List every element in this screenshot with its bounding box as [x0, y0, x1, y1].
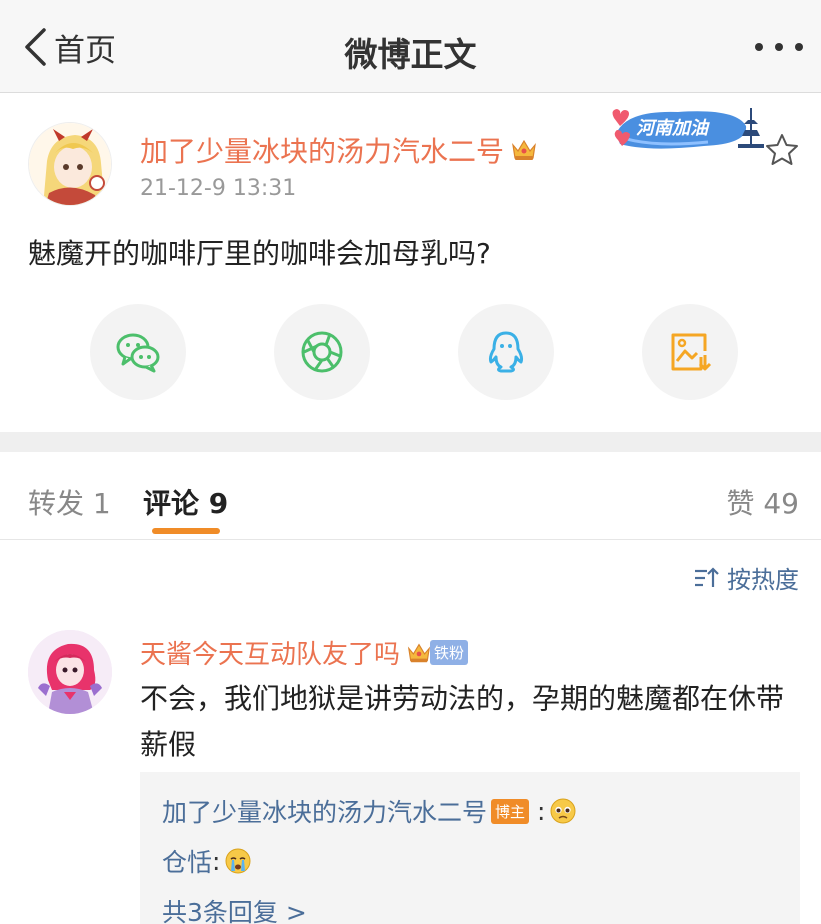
pleading-emoji-icon	[550, 798, 576, 824]
dot-icon	[755, 43, 763, 51]
active-tab-indicator	[152, 528, 220, 534]
share-qq-button[interactable]	[458, 304, 554, 400]
share-wechat-button[interactable]	[90, 304, 186, 400]
share-moments-button[interactable]	[274, 304, 370, 400]
commenter-name[interactable]: 天酱今天互动队友了吗 铁粉	[140, 634, 469, 671]
henan-badge-text: 河南加油	[636, 118, 710, 139]
sort-label: 按热度	[727, 566, 799, 594]
tab-bar: 转发 1 评论 9 赞 49	[0, 452, 821, 540]
nav-bar: 首页 微博正文	[0, 0, 821, 93]
favorite-star-icon[interactable]	[764, 132, 800, 168]
save-image-icon	[671, 333, 712, 371]
iron-fan-badge: 铁粉	[406, 640, 469, 666]
author-avatar[interactable]	[28, 122, 112, 206]
tab-reposts[interactable]: 转发 1	[28, 482, 111, 522]
reply-author[interactable]: 加了少量冰块的汤力汽水二号	[162, 793, 487, 829]
comment-text: 不会，我们地狱是讲劳动法的，孕期的魅魔都在休带薪假	[140, 682, 785, 761]
crown-icon	[512, 139, 536, 160]
tab-comments[interactable]: 评论 9	[143, 482, 228, 522]
commenter-name-text: 天酱今天互动队友了吗	[140, 640, 401, 670]
save-image-button[interactable]	[642, 304, 738, 400]
more-replies-link[interactable]: 共3条回复 >	[162, 886, 778, 924]
crown-icon	[407, 643, 431, 662]
reply-item[interactable]: 加了少量冰块的汤力汽水二号 博主 :	[162, 786, 778, 836]
reply-box[interactable]: 加了少量冰块的汤力汽水二号 博主 : 仓恬 : 共3条回复 >	[140, 772, 800, 924]
blogger-badge: 博主	[491, 798, 530, 824]
post-card: 加了少量冰块的汤力汽水二号 21-12-9 13:31 河南加油 魅魔开的咖啡厅…	[0, 94, 821, 432]
reply-author[interactable]: 仓恬	[162, 843, 212, 879]
more-options-button[interactable]	[755, 40, 803, 54]
dot-icon	[795, 43, 803, 51]
commenter-avatar[interactable]	[28, 630, 112, 714]
henan-badge: 河南加油	[608, 100, 768, 160]
sort-button[interactable]: 按热度	[693, 560, 799, 595]
author-name-text: 加了少量冰块的汤力汽水二号	[140, 135, 505, 168]
wechat-icon	[116, 333, 160, 373]
crying-emoji-icon	[225, 848, 251, 874]
comment-item: 天酱今天互动队友了吗 铁粉 不会，我们地狱是讲劳动法的，孕期的魅魔都在休带薪假 …	[0, 612, 821, 924]
sort-icon	[695, 566, 719, 587]
share-row	[0, 304, 821, 400]
page-title: 微博正文	[344, 35, 477, 74]
dot-icon	[775, 43, 783, 51]
author-name[interactable]: 加了少量冰块的汤力汽水二号	[140, 130, 538, 170]
moments-icon	[301, 331, 343, 373]
qq-icon	[488, 331, 524, 373]
fan-badge-label: 铁粉	[430, 640, 469, 665]
reply-separator: :	[537, 796, 546, 826]
reply-item[interactable]: 仓恬 :	[162, 836, 778, 886]
reply-separator: :	[212, 846, 221, 876]
tab-likes[interactable]: 赞 49	[726, 482, 799, 522]
post-timestamp: 21-12-9 13:31	[140, 176, 297, 201]
post-content: 魅魔开的咖啡厅里的咖啡会加母乳吗?	[28, 237, 491, 270]
section-divider	[0, 432, 821, 452]
